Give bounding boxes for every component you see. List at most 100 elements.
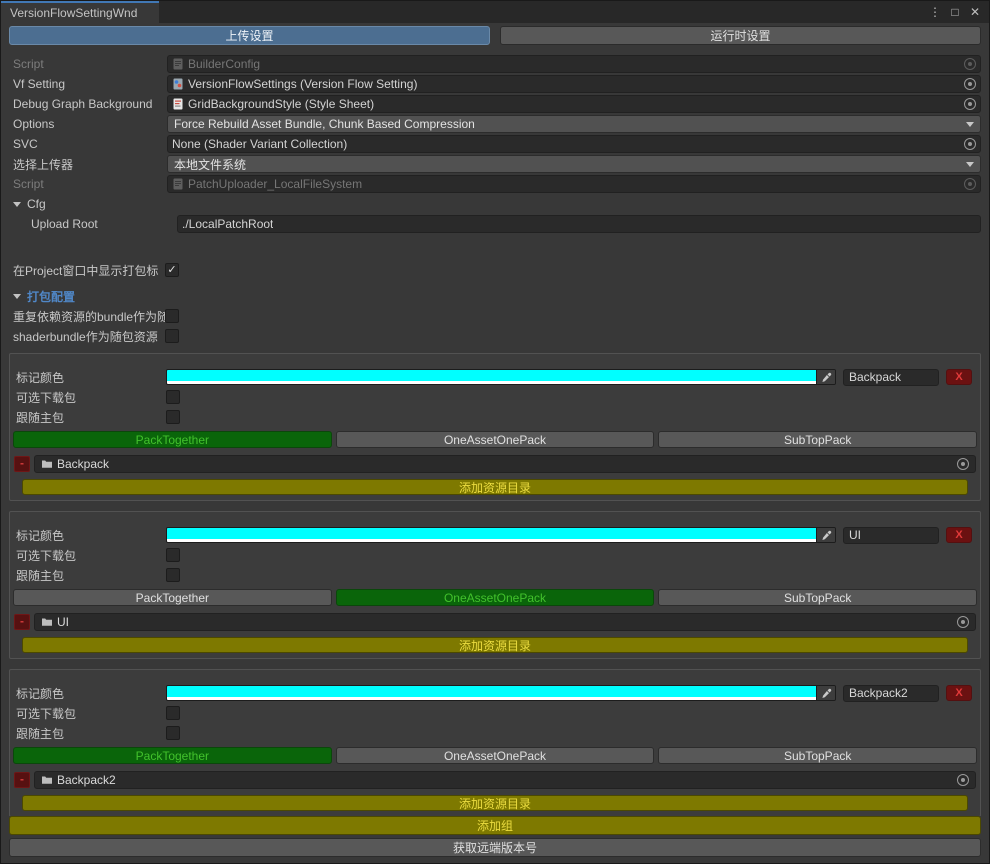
- remove-group-button[interactable]: X: [946, 527, 972, 543]
- upload-root-label: Upload Root: [9, 217, 177, 231]
- optional-download-row: 可选下载包: [12, 546, 978, 564]
- vf-setting-object-field[interactable]: VersionFlowSettings (Version Flow Settin…: [167, 75, 981, 93]
- get-remote-version-button[interactable]: 获取远端版本号: [9, 838, 981, 857]
- tab-runtime-settings[interactable]: 运行时设置: [500, 26, 981, 45]
- pack-mode-packtogether-button[interactable]: PackTogether: [13, 589, 332, 606]
- cfg-foldout[interactable]: Cfg: [9, 195, 981, 213]
- menu-icon[interactable]: ⋮: [927, 5, 943, 19]
- follow-main-checkbox[interactable]: [166, 726, 180, 740]
- upload-root-value: ./LocalPatchRoot: [182, 217, 273, 231]
- follow-main-checkbox[interactable]: [166, 410, 180, 424]
- remove-directory-button[interactable]: -: [14, 772, 30, 788]
- pack-mode-oneassetonepack-button[interactable]: OneAssetOnePack: [336, 589, 655, 606]
- chevron-down-icon: [966, 162, 974, 167]
- script-icon: [172, 178, 184, 190]
- upload-root-input[interactable]: ./LocalPatchRoot: [177, 215, 981, 233]
- maximize-icon[interactable]: □: [947, 5, 963, 19]
- optional-download-checkbox[interactable]: [166, 390, 180, 404]
- svc-value: None (Shader Variant Collection): [172, 137, 347, 151]
- window-tab[interactable]: VersionFlowSettingWnd: [1, 1, 159, 23]
- directory-object-field[interactable]: UI: [34, 613, 976, 631]
- directory-object-field[interactable]: Backpack2: [34, 771, 976, 789]
- shader-bundle-checkbox[interactable]: [165, 329, 179, 343]
- show-in-project-checkbox[interactable]: ✓: [165, 263, 179, 277]
- pack-mode-oneassetonepack-button[interactable]: OneAssetOnePack: [336, 747, 655, 764]
- pack-mode-packtogether-button[interactable]: PackTogether: [13, 431, 332, 448]
- optional-download-label: 可选下载包: [12, 547, 166, 564]
- remove-directory-button[interactable]: -: [14, 456, 30, 472]
- pack-mode-subtoppack-button[interactable]: SubTopPack: [658, 747, 977, 764]
- svc-object-field[interactable]: None (Shader Variant Collection): [167, 135, 981, 153]
- pack-mode-subtoppack-button[interactable]: SubTopPack: [658, 589, 977, 606]
- uploader-script-object-field: PatchUploader_LocalFileSystem: [167, 175, 981, 193]
- dup-dependency-checkbox[interactable]: [165, 309, 179, 323]
- object-picker-icon[interactable]: [964, 78, 976, 90]
- add-directory-button[interactable]: 添加资源目录: [22, 795, 968, 811]
- options-label: Options: [9, 117, 167, 131]
- object-picker-icon[interactable]: [957, 458, 969, 470]
- pack-mode-packtogether-button[interactable]: PackTogether: [13, 747, 332, 764]
- uploader-value: 本地文件系统: [174, 156, 246, 173]
- folder-icon: [41, 774, 53, 786]
- tab-upload-settings[interactable]: 上传设置: [9, 26, 490, 45]
- foldout-arrow-icon: [13, 202, 21, 207]
- optional-download-label: 可选下载包: [12, 705, 166, 722]
- debug-graph-background-object-field[interactable]: GridBackgroundStyle (Style Sheet): [167, 95, 981, 113]
- options-row: Options Force Rebuild Asset Bundle, Chun…: [9, 115, 981, 133]
- group-name-input[interactable]: Backpack2: [843, 685, 939, 702]
- object-picker-icon[interactable]: [957, 616, 969, 628]
- asset-directory-item: - Backpack: [14, 455, 976, 473]
- object-picker-icon[interactable]: [964, 138, 976, 150]
- uploader-script-label: Script: [9, 177, 167, 191]
- uploader-label: 选择上传器: [9, 156, 167, 173]
- color-field[interactable]: [166, 527, 836, 543]
- remove-directory-button[interactable]: -: [14, 614, 30, 630]
- vf-setting-row: Vf Setting VersionFlowSettings (Version …: [9, 75, 981, 93]
- remove-group-button[interactable]: X: [946, 685, 972, 701]
- add-group-button[interactable]: 添加组: [9, 816, 981, 835]
- uploader-script-row: Script PatchUploader_LocalFileSystem: [9, 175, 981, 193]
- follow-main-label: 跟随主包: [12, 567, 166, 584]
- script-label: Script: [9, 57, 167, 71]
- group-name-input[interactable]: Backpack: [843, 369, 939, 386]
- optional-download-row: 可选下载包: [12, 388, 978, 406]
- pack-mode-oneassetonepack-button[interactable]: OneAssetOnePack: [336, 431, 655, 448]
- add-directory-button[interactable]: 添加资源目录: [22, 479, 968, 495]
- uploader-dropdown[interactable]: 本地文件系统: [167, 155, 981, 173]
- eyedropper-icon[interactable]: [816, 370, 835, 384]
- svc-row: SVC None (Shader Variant Collection): [9, 135, 981, 153]
- inspector-content: Script BuilderConfig Vf Setting VersionF…: [1, 49, 989, 816]
- close-icon[interactable]: ✕: [967, 5, 983, 19]
- optional-download-checkbox[interactable]: [166, 706, 180, 720]
- folder-icon: [41, 616, 53, 628]
- style-sheet-icon: [172, 98, 184, 110]
- pack-mode-subtoppack-button[interactable]: SubTopPack: [658, 431, 977, 448]
- uploader-row: 选择上传器 本地文件系统: [9, 155, 981, 173]
- object-picker-icon[interactable]: [964, 98, 976, 110]
- mark-color-label: 标记颜色: [12, 527, 166, 544]
- dup-dependency-label: 重复依赖资源的bundle作为随: [9, 308, 165, 325]
- group-name-input[interactable]: UI: [843, 527, 939, 544]
- remove-group-button[interactable]: X: [946, 369, 972, 385]
- directory-object-field[interactable]: Backpack: [34, 455, 976, 473]
- vf-setting-value: VersionFlowSettings (Version Flow Settin…: [188, 77, 417, 91]
- options-dropdown[interactable]: Force Rebuild Asset Bundle, Chunk Based …: [167, 115, 981, 133]
- color-field[interactable]: [166, 685, 836, 701]
- optional-download-checkbox[interactable]: [166, 548, 180, 562]
- uploader-script-value: PatchUploader_LocalFileSystem: [188, 177, 362, 191]
- script-value: BuilderConfig: [188, 57, 260, 71]
- script-object-field: BuilderConfig: [167, 55, 981, 73]
- mark-color-row: 标记颜色 Backpack2 X: [12, 684, 978, 702]
- asset-directory-item: - Backpack2: [14, 771, 976, 789]
- eyedropper-icon[interactable]: [816, 686, 835, 700]
- object-picker-icon: [964, 58, 976, 70]
- eyedropper-icon[interactable]: [816, 528, 835, 542]
- script-icon: [172, 58, 184, 70]
- follow-main-row: 跟随主包: [12, 724, 978, 742]
- pack-group-backpack2: 标记颜色 Backpack2 X 可选下载包 跟随主包: [9, 669, 981, 816]
- object-picker-icon[interactable]: [957, 774, 969, 786]
- pack-config-foldout[interactable]: 打包配置: [9, 287, 981, 305]
- color-field[interactable]: [166, 369, 836, 385]
- follow-main-checkbox[interactable]: [166, 568, 180, 582]
- add-directory-button[interactable]: 添加资源目录: [22, 637, 968, 653]
